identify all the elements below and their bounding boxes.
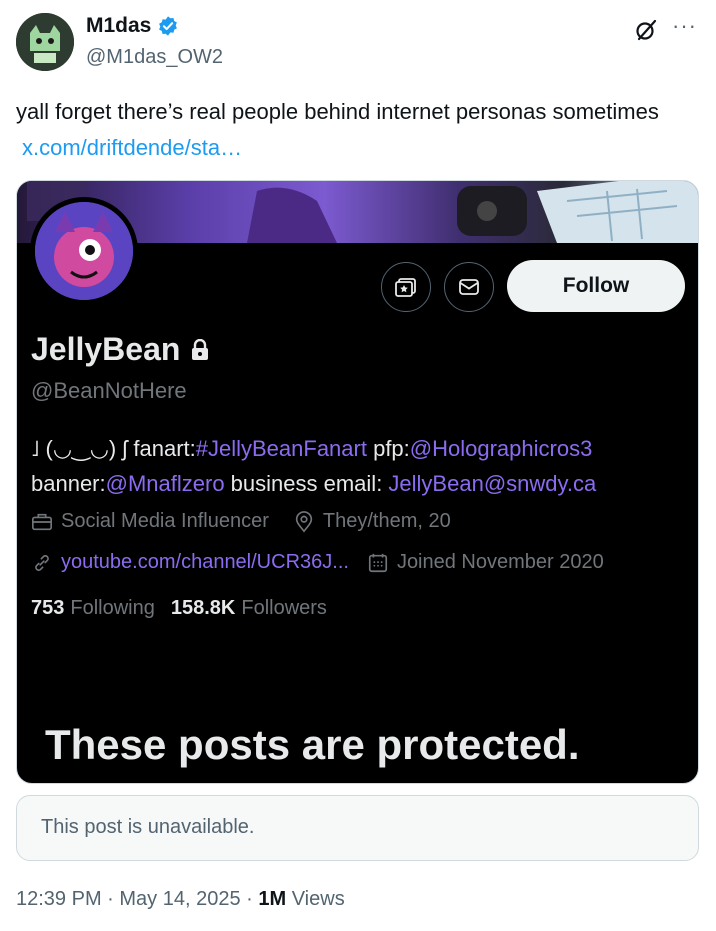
tweet-footer: 12:39 PM · May 14, 2025 · 1M Views: [16, 888, 345, 911]
views-label: Views: [291, 888, 345, 910]
profile-name-text: JellyBean: [31, 331, 181, 367]
bio-mention-link[interactable]: @Mnaflzero: [106, 471, 225, 496]
bio-text: business email:: [224, 471, 389, 496]
verified-badge-icon: [159, 16, 178, 36]
envelope-icon: [459, 279, 479, 295]
author-avatar[interactable]: [16, 13, 74, 71]
bio-hashtag-link[interactable]: #JellyBeanFanart: [196, 436, 367, 461]
location-text: They/them, 20: [322, 510, 451, 532]
tweet-body: yall forget there’s real people behind i…: [16, 99, 659, 124]
author-handle[interactable]: @M1das_OW2: [86, 46, 223, 69]
profile-category: Social Media Influencer: [31, 510, 269, 533]
bio-email-link[interactable]: JellyBean@snwdy.ca: [388, 471, 596, 496]
profile-location: They/them, 20: [293, 510, 451, 533]
more-options-icon[interactable]: ···: [672, 15, 700, 40]
grok-icon[interactable]: [634, 18, 658, 42]
subscribe-icon-button[interactable]: [381, 262, 431, 312]
location-pin-icon: [295, 510, 313, 532]
followers-number: 158.8K: [170, 597, 236, 619]
bio-text: ˩ (◡‿◡) ʃ fanart:: [31, 436, 196, 461]
profile-meta-row-2: youtube.com/channel/UCR36J... Joined Nov…: [31, 551, 628, 574]
bio-text: pfp:: [366, 436, 410, 461]
briefcase-icon: [32, 513, 52, 530]
following-label: Following: [70, 597, 155, 619]
followers-count[interactable]: 158.8K Followers: [171, 597, 327, 620]
author-name-text[interactable]: M1das: [86, 14, 151, 38]
profile-meta-row-1: Social Media Influencer They/them, 20: [31, 510, 475, 533]
followers-label: Followers: [241, 597, 327, 619]
profile-handle: @BeanNotHere: [31, 378, 187, 403]
bio-mention-link[interactable]: @Holographicros3: [410, 436, 593, 461]
author-name[interactable]: M1das: [86, 14, 179, 38]
profile-joined: Joined November 2020: [367, 551, 604, 574]
profile-website[interactable]: youtube.com/channel/UCR36J...: [31, 551, 349, 574]
follow-counts: 753 Following 158.8K Followers: [31, 597, 343, 620]
follow-button[interactable]: Follow: [507, 260, 685, 312]
profile-bio: ˩ (◡‿◡) ʃ fanart:#JellyBeanFanart pfp:@H…: [31, 431, 695, 501]
profile-name: JellyBean: [31, 331, 210, 368]
link-icon: [35, 554, 49, 571]
protected-notice: These posts are protected.: [45, 721, 580, 768]
quoted-post-unavailable: This post is unavailable.: [16, 795, 699, 861]
website-link[interactable]: youtube.com/channel/UCR36J...: [61, 551, 349, 574]
tweet-timestamp[interactable]: 12:39 PM · May 14, 2025 ·: [16, 888, 258, 910]
category-text: Social Media Influencer: [61, 510, 269, 532]
bio-text: banner:: [31, 471, 106, 496]
embedded-profile-screenshot[interactable]: Follow JellyBean @BeanNotHere ˩ (◡‿◡) ʃ …: [16, 180, 699, 784]
tweet-text: yall forget there’s real people behind i…: [16, 94, 700, 166]
calendar-icon: [368, 553, 388, 572]
profile-avatar: [30, 197, 138, 305]
lock-icon: [192, 338, 209, 360]
views-count: 1M: [258, 888, 287, 910]
following-number: 753: [31, 597, 65, 619]
joined-text: Joined November 2020: [396, 551, 604, 573]
subscription-icon: [395, 278, 416, 297]
following-count[interactable]: 753 Following: [31, 597, 155, 620]
message-icon-button[interactable]: [444, 262, 494, 312]
tweet-link[interactable]: x.com/driftdende/sta…: [22, 135, 242, 160]
